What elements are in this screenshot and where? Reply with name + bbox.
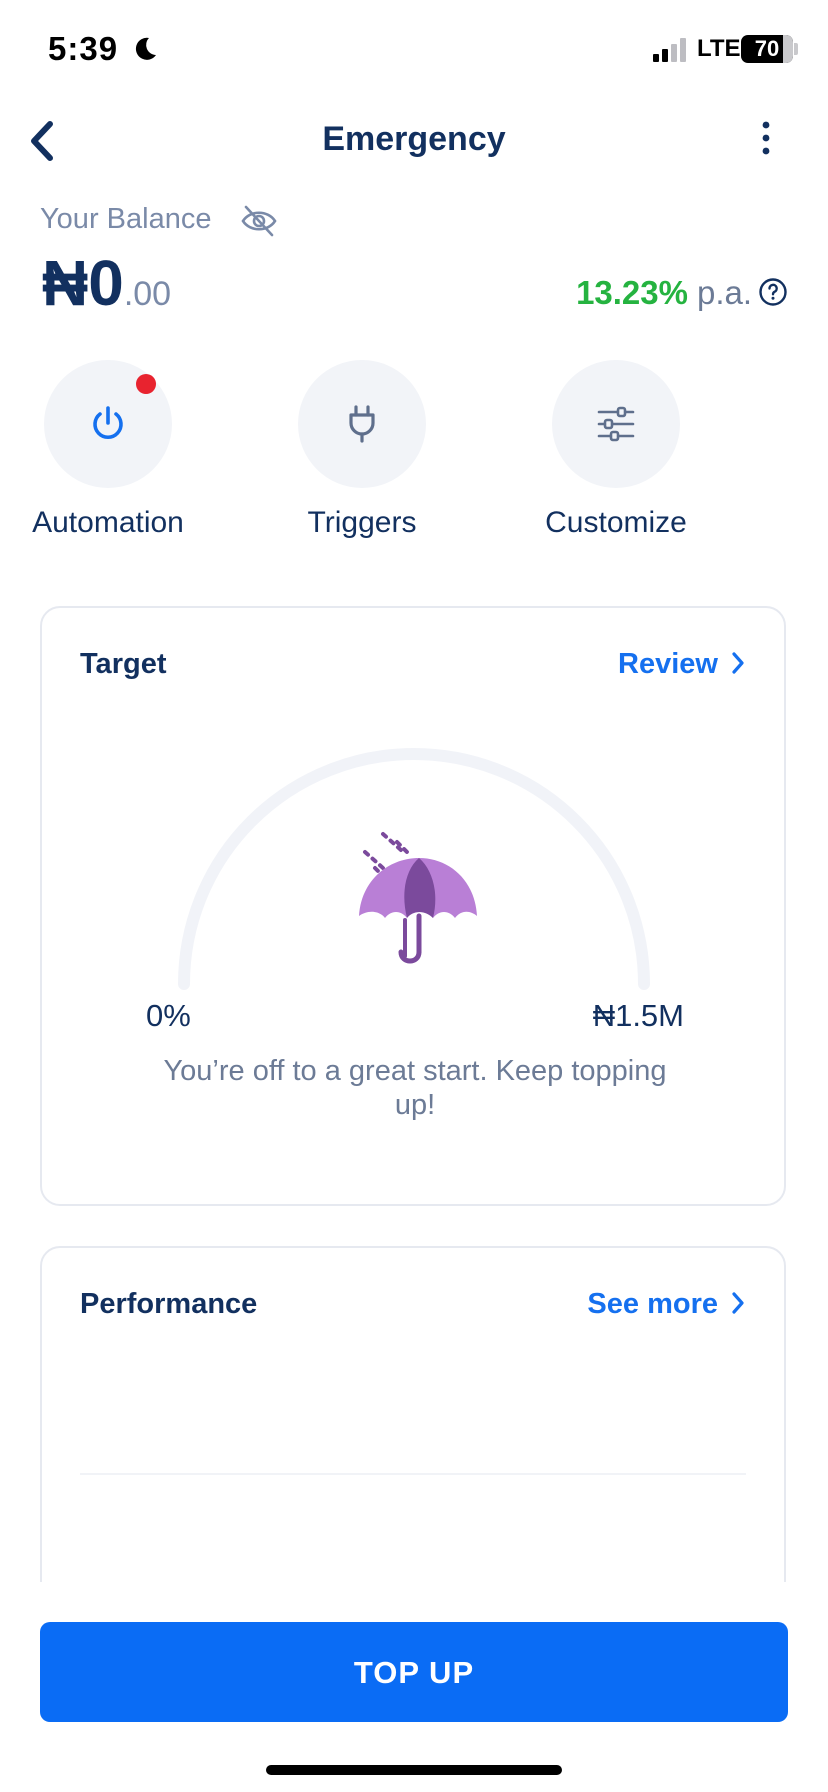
page-title: Emergency — [322, 120, 506, 158]
power-icon — [93, 406, 123, 440]
customize-button[interactable]: Customize — [516, 360, 716, 540]
signal-icon — [653, 38, 686, 62]
performance-chart-baseline — [80, 1473, 746, 1475]
target-min-label: 0% — [146, 998, 191, 1033]
status-bar: 5:39 LTE 70 — [0, 0, 828, 100]
plug-icon — [349, 405, 375, 443]
more-vertical-icon[interactable] — [756, 120, 776, 156]
eye-off-icon[interactable] — [240, 204, 278, 238]
interest-rate: 13.23% — [576, 274, 688, 311]
interest-rate-unit: p.a. — [697, 274, 753, 311]
battery-icon: 70 — [741, 35, 793, 63]
battery-tip — [794, 43, 798, 55]
triggers-button[interactable]: Triggers — [262, 360, 462, 540]
performance-title: Performance — [80, 1288, 258, 1320]
target-amount-label: ₦1.5M — [592, 998, 684, 1033]
chevron-right-icon — [732, 1292, 744, 1314]
automation-circle[interactable] — [44, 360, 172, 488]
umbrella-icon — [359, 832, 477, 964]
target-card: Target Review 0% ₦1.5M You’re off to a g… — [40, 606, 786, 1206]
chevron-right-icon — [732, 652, 744, 674]
status-time: 5:39 — [48, 30, 119, 67]
battery-level: 70 — [754, 36, 780, 61]
notification-dot — [136, 374, 156, 394]
balance-main: ₦0 — [42, 247, 124, 319]
top-up-button[interactable]: TOP UP — [40, 1622, 788, 1722]
savings-plan-screen: 5:39 LTE 70 Emergency Your Balance ₦0.00… — [0, 0, 828, 1792]
target-message: You’re off to a great start. Keep toppin… — [163, 1055, 667, 1121]
network-type: LTE — [697, 35, 741, 62]
see-more-link[interactable]: See more — [587, 1288, 746, 1321]
automation-label: Automation — [32, 506, 184, 539]
customize-circle[interactable] — [552, 360, 680, 488]
balance-decimal: .00 — [123, 275, 172, 313]
review-link[interactable]: Review — [618, 648, 746, 681]
home-indicator — [266, 1765, 562, 1775]
triggers-label: Triggers — [307, 506, 417, 539]
target-title: Target — [80, 648, 167, 680]
automation-button[interactable]: Automation — [8, 360, 208, 540]
help-circle-icon[interactable] — [758, 277, 788, 307]
balance-amount: ₦0.00 — [42, 246, 171, 320]
triggers-circle[interactable] — [298, 360, 426, 488]
sliders-icon — [597, 406, 635, 442]
see-more-label: See more — [587, 1288, 718, 1320]
balance-label: Your Balance — [40, 203, 212, 235]
moon-icon — [135, 37, 156, 60]
chevron-left-icon[interactable] — [22, 118, 62, 164]
customize-label: Customize — [545, 506, 687, 539]
review-label: Review — [618, 648, 718, 680]
